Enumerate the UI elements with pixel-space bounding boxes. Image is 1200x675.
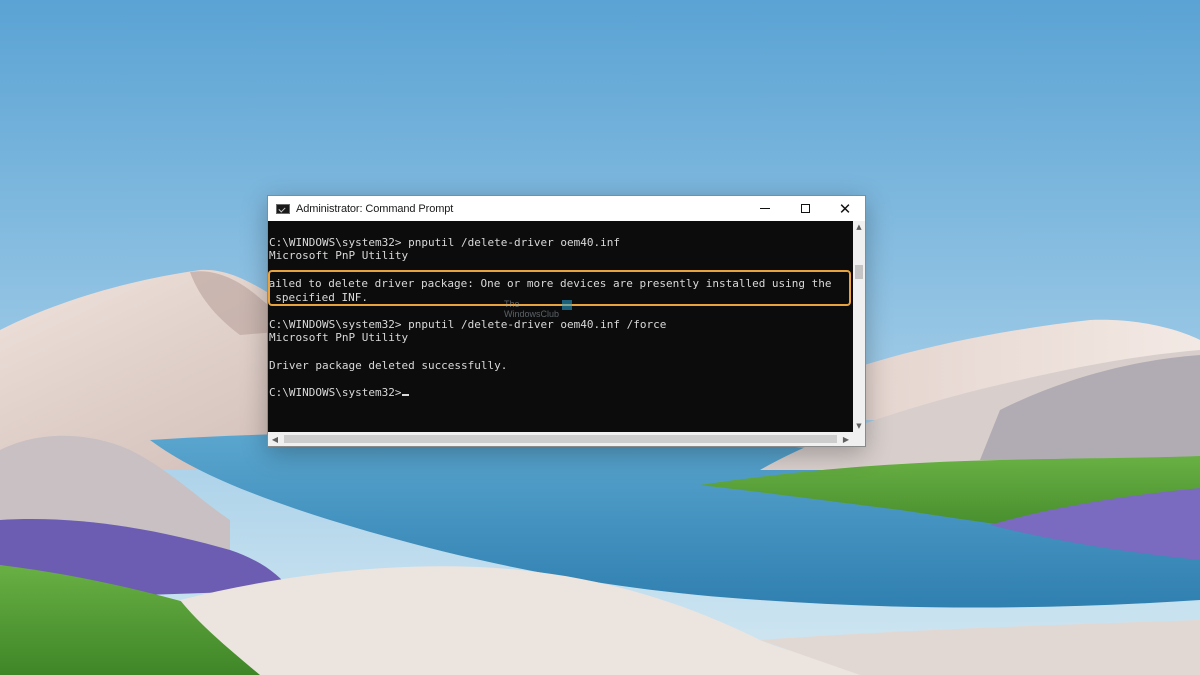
console-prompt-line[interactable]: C:\WINDOWS\system32> — [269, 386, 410, 399]
command-prompt-icon — [276, 203, 290, 214]
vertical-scrollbar[interactable]: ▲ ▼ — [853, 221, 865, 432]
scroll-right-arrow-icon[interactable]: ▶ — [839, 432, 853, 446]
text-cursor — [402, 394, 410, 396]
console-line: C:\WINDOWS\system32> pnputil /delete-dri… — [269, 236, 620, 249]
minimize-button[interactable] — [745, 196, 785, 221]
horizontal-scroll-thumb[interactable] — [284, 435, 837, 443]
console-line: Microsoft PnP Utility — [269, 249, 409, 262]
console-prompt: C:\WINDOWS\system32> — [269, 386, 402, 399]
scroll-up-arrow-icon[interactable]: ▲ — [853, 221, 865, 233]
console-line: Microsoft PnP Utility — [269, 331, 409, 344]
scroll-left-arrow-icon[interactable]: ◀ — [268, 432, 282, 446]
window-title: Administrator: Command Prompt — [296, 202, 454, 215]
title-bar[interactable]: Administrator: Command Prompt ✕ — [268, 196, 865, 221]
maximize-button[interactable] — [785, 196, 825, 221]
horizontal-scrollbar[interactable]: ◀ ▶ — [268, 432, 853, 446]
maximize-icon — [800, 204, 810, 213]
window-controls: ✕ — [745, 196, 865, 221]
watermark-text: The WindowsClub — [504, 299, 560, 319]
vertical-scroll-thumb[interactable] — [855, 265, 863, 279]
console-line: C:\WINDOWS\system32> pnputil /delete-dri… — [269, 318, 667, 331]
watermark: The WindowsClub — [504, 299, 584, 327]
scroll-down-arrow-icon[interactable]: ▼ — [853, 420, 865, 432]
minimize-icon — [760, 208, 770, 209]
console-line-success: Driver package deleted successfully. — [269, 359, 508, 372]
close-icon: ✕ — [838, 199, 852, 218]
windowsclub-logo-icon — [562, 300, 572, 310]
close-button[interactable]: ✕ — [825, 196, 865, 221]
scrollbar-corner — [853, 432, 865, 446]
